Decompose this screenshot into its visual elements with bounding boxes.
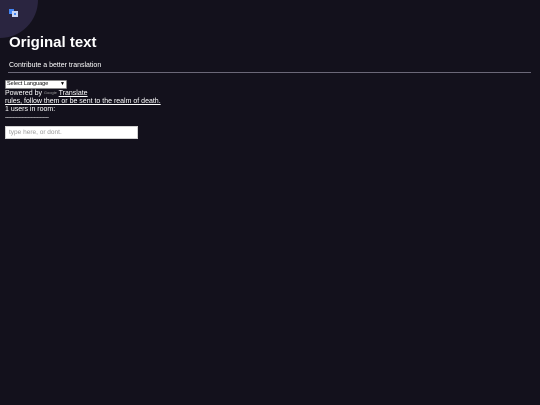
chat-input[interactable]: [5, 126, 138, 139]
translate-widget: Select Language ▼ Powered by Google Tran…: [5, 80, 161, 122]
page: Original text Contribute a better transl…: [0, 0, 540, 405]
powered-by-label: Powered by: [5, 90, 44, 97]
chevron-down-icon: ▼: [60, 81, 65, 87]
powered-by-line: Powered by Google Translate: [5, 89, 161, 98]
contribute-translation-link[interactable]: Contribute a better translation: [9, 61, 101, 70]
popup-divider: [8, 72, 531, 73]
rules-link[interactable]: rules, follow them or be sent to the rea…: [5, 98, 161, 105]
user-count: 1 users in room:: [5, 106, 56, 113]
separator-line: -----------------------------: [5, 115, 49, 121]
translate-link[interactable]: Translate: [59, 90, 88, 97]
translate-icon[interactable]: [9, 9, 18, 17]
google-logo: Google: [43, 90, 57, 95]
language-select-value: Select Language: [7, 81, 49, 87]
popup-title: Original text: [9, 34, 97, 51]
language-select[interactable]: Select Language ▼: [5, 80, 67, 89]
corner-decoration: [0, 0, 38, 38]
